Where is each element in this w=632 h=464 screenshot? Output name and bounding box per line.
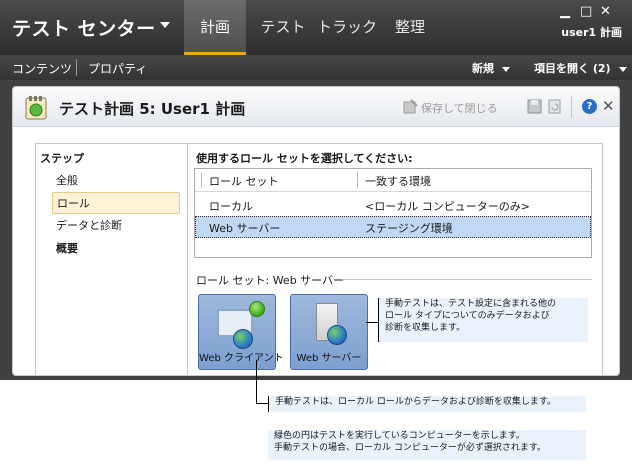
- table-row[interactable]: Web サーバー ステージング環境: [195, 216, 591, 238]
- callout-server-note: 手動テストは、テスト設定に含まれる他の ロール タイプについてのみデータおよび …: [378, 298, 588, 342]
- subnav-properties[interactable]: プロパティ: [88, 60, 147, 77]
- step-general[interactable]: 全般: [52, 170, 180, 192]
- column-divider: [201, 172, 202, 188]
- panel-header: テスト計画 5: User1 計画 保存して閉じる ? ✕: [13, 87, 619, 127]
- role-card-label: Web クライアント: [199, 353, 284, 364]
- step-data-diagnostics[interactable]: データと診断: [52, 215, 180, 237]
- page-title: テスト計画 5: User1 計画: [59, 100, 246, 118]
- chevron-down-icon: [618, 66, 627, 72]
- user-label: user1 計画: [561, 26, 622, 39]
- new-menu-button[interactable]: 新規: [472, 60, 510, 76]
- table-row[interactable]: ローカル <ローカル コンピューターのみ>: [195, 194, 591, 216]
- callout-line-2: 手動テストの場合、ローカル コンピューターが必ず選択されます。: [274, 443, 546, 453]
- environment-cell: ステージング環境: [365, 222, 453, 235]
- globe-icon: [233, 329, 253, 349]
- header-divider: [571, 96, 572, 118]
- column-header-role-set[interactable]: ロール セット: [209, 173, 279, 189]
- subnav-contents[interactable]: コンテンツ: [12, 60, 72, 77]
- role-set-cell: ローカル: [209, 200, 253, 213]
- tab-organize[interactable]: 整理: [386, 0, 434, 55]
- environment-cell: <ローカル コンピューターのみ>: [365, 200, 530, 213]
- tab-plan[interactable]: 計画: [184, 0, 246, 55]
- role-card-web-server[interactable]: Web サーバー: [290, 294, 368, 370]
- new-menu-label: 新規: [472, 62, 494, 75]
- chevron-down-icon: [502, 66, 510, 72]
- save-and-close-icon: [403, 99, 418, 114]
- role-set-prompt: 使用するロール セットを選択してください:: [196, 152, 413, 165]
- close-icon[interactable]: ✕: [602, 97, 615, 115]
- role-set-cell: Web サーバー: [209, 222, 281, 235]
- save-icon[interactable]: [527, 99, 542, 114]
- role-card-web-client[interactable]: Web クライアント: [198, 294, 284, 370]
- role-set-section-label: ロール セット: Web サーバー: [196, 274, 345, 287]
- role-card-label: Web サーバー: [296, 353, 362, 364]
- callout-connector: [256, 403, 268, 404]
- top-bar: テスト センター 計画 テスト トラック 整理 ▁ □ ✕ user1 計画: [0, 0, 632, 55]
- open-items-button[interactable]: 項目を開く (2): [534, 60, 627, 76]
- callout-green-circle-note: 緑色の円はテストを実行しているコンピューターを示します。 手動テストの場合、ロー…: [268, 430, 586, 460]
- center-switch-dropdown-icon[interactable]: [160, 22, 170, 28]
- subnav-divider: [76, 59, 77, 76]
- app-title: テスト センター: [12, 18, 156, 40]
- save-and-close-button[interactable]: 保存して閉じる: [421, 100, 498, 116]
- running-indicator-icon: [249, 301, 265, 317]
- role-set-table: ロール セット 一致する環境 ローカル <ローカル コンピューターのみ> Web…: [194, 168, 592, 258]
- window-controls: ▁ □ ✕: [560, 4, 620, 19]
- steps-sidebar: ステップ 全般 ロール データと診断 概要: [36, 144, 188, 375]
- refresh-icon[interactable]: [547, 99, 562, 114]
- sub-navigation-bar: コンテンツ プロパティ 新規 項目を開く (2): [0, 55, 632, 80]
- column-header-environment[interactable]: 一致する環境: [365, 173, 431, 189]
- step-roles[interactable]: ロール: [52, 192, 180, 214]
- column-divider: [357, 172, 358, 188]
- steps-title: ステップ: [40, 152, 84, 165]
- tab-track[interactable]: トラック: [314, 0, 380, 55]
- test-center-window: テスト センター 計画 テスト トラック 整理 ▁ □ ✕ user1 計画 コ…: [0, 0, 632, 464]
- close-window-button[interactable]: ✕: [600, 4, 611, 19]
- open-items-label: 項目を開く (2): [534, 62, 611, 75]
- header-underline: [195, 191, 591, 192]
- section-divider: [342, 279, 592, 280]
- maximize-button[interactable]: □: [580, 4, 592, 19]
- minimize-button[interactable]: ▁: [560, 4, 570, 19]
- step-summary[interactable]: 概要: [52, 238, 180, 260]
- help-icon[interactable]: ?: [582, 99, 597, 114]
- test-plan-icon: [25, 96, 47, 120]
- tab-test[interactable]: テスト: [256, 0, 310, 55]
- callout-connector: [256, 360, 257, 404]
- callout-connector: [366, 322, 378, 323]
- globe-icon: [327, 325, 347, 345]
- callout-client-note: 手動テストは、ローカル ロールからデータおよび診断を収集します。: [268, 396, 586, 412]
- callout-line-1: 緑色の円はテストを実行しているコンピューターを示します。: [274, 431, 525, 441]
